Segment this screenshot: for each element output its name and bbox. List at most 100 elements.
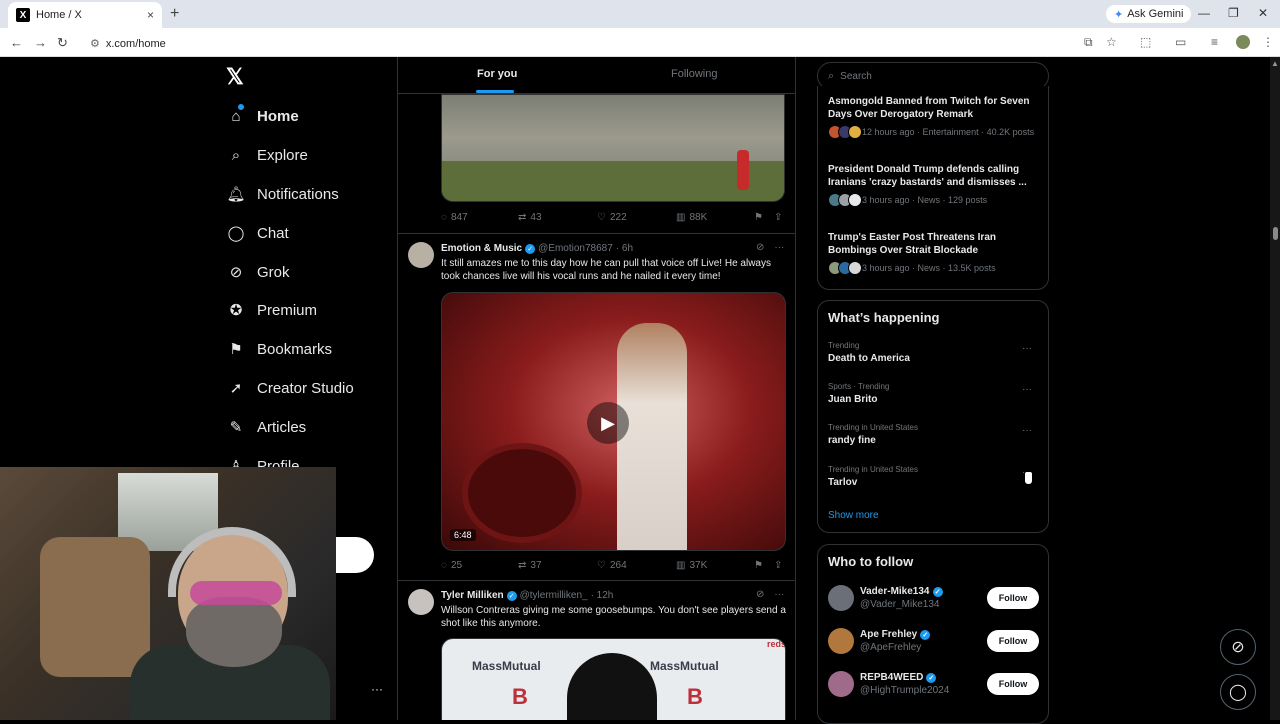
show-more-link[interactable]: Show more xyxy=(828,510,879,521)
sidebar-item-creator-studio[interactable]: ➚ Creator Studio xyxy=(227,379,354,398)
url-field[interactable]: ⚙ x.com/home xyxy=(90,37,166,50)
sidebar-item-explore[interactable]: ⌕ Explore xyxy=(227,146,308,164)
browser-tab[interactable]: X Home / X × xyxy=(8,2,162,28)
bookmark-star-icon[interactable]: ☆ xyxy=(1106,35,1117,49)
follow-suggestion[interactable]: Vader-Mike134 ✓ @Vader_Mike134 Follow xyxy=(828,585,1040,621)
sidebar-item-bookmarks[interactable]: ⚑ Bookmarks xyxy=(227,340,333,359)
back-arrow-icon[interactable]: ← xyxy=(10,35,23,50)
post-time[interactable]: · 6h xyxy=(616,243,633,254)
browser-menu-icon[interactable]: ⋮ xyxy=(1262,35,1274,49)
tab-close-icon[interactable]: × xyxy=(147,8,154,22)
suggestion-name: Vader-Mike134 ✓ xyxy=(860,586,943,597)
post-button[interactable] xyxy=(336,537,374,573)
avatar[interactable] xyxy=(828,628,854,654)
follow-suggestion[interactable]: Ape Frehley ✓ @ApeFrehley Follow xyxy=(828,628,1040,664)
scrollbar-thumb[interactable] xyxy=(1273,227,1278,240)
repost-button[interactable]: ⇄ 37 xyxy=(518,560,542,571)
like-button[interactable]: ♡ 222 xyxy=(597,212,627,223)
repost-icon: ⇄ xyxy=(518,560,527,571)
tab-for-you[interactable]: For you xyxy=(477,68,517,80)
sidebar-item-articles[interactable]: ✎ Articles xyxy=(227,418,306,437)
follow-button[interactable]: Follow xyxy=(987,630,1039,652)
person-beard xyxy=(186,597,282,667)
bookmark-button[interactable]: ⚑ xyxy=(754,560,763,571)
follow-button[interactable]: Follow xyxy=(987,673,1039,695)
follow-suggestion[interactable]: REPB4WEED ✓ @HighTrumple2024 Follow xyxy=(828,671,1040,707)
avatar[interactable] xyxy=(828,585,854,611)
account-more-icon[interactable]: ··· xyxy=(371,682,383,696)
bookmark-icon: ⚑ xyxy=(754,212,763,223)
more-options-icon[interactable]: ··· xyxy=(774,242,784,253)
install-app-icon[interactable]: ⧉ xyxy=(1084,35,1093,50)
play-icon[interactable]: ▶ xyxy=(587,402,629,444)
page-scrollbar[interactable]: ▲ xyxy=(1270,57,1280,720)
ask-gemini-button[interactable]: ✦ Ask Gemini xyxy=(1106,5,1192,23)
new-tab-button[interactable]: + xyxy=(170,5,179,23)
grok-fab[interactable]: ⊘ xyxy=(1220,629,1256,665)
post-text: Willson Contreras giving me some goosebu… xyxy=(441,605,786,629)
trend-item[interactable]: Trending in United States Tarlov ··· xyxy=(828,465,1040,488)
suggestion-name-text: Vader-Mike134 xyxy=(860,586,930,597)
avatar[interactable] xyxy=(408,589,434,615)
restore-button[interactable]: ❐ xyxy=(1228,6,1239,20)
post-time[interactable]: · 12h xyxy=(591,590,614,601)
chat-fab[interactable]: ◯ xyxy=(1220,674,1256,710)
repost-button[interactable]: ⇄ 43 xyxy=(518,212,542,223)
more-options-icon[interactable]: ··· xyxy=(774,589,784,600)
sidebar-item-premium[interactable]: ✪ Premium xyxy=(227,301,317,320)
more-options-icon[interactable]: ··· xyxy=(1022,343,1032,354)
sidebar-item-home[interactable]: ⌂ Home xyxy=(227,104,299,125)
author-handle[interactable]: @tylermilliken_ xyxy=(520,590,588,601)
suggestion-handle: @HighTrumple2024 xyxy=(860,685,950,696)
sidebar-item-grok[interactable]: ⊘ Grok xyxy=(227,263,290,282)
whats-happening-panel: What’s happening Trending Death to Ameri… xyxy=(817,300,1049,533)
site-settings-icon[interactable]: ⚙ xyxy=(90,38,100,50)
sidebar-item-notifications[interactable]: 🔔︎ Notifications xyxy=(226,185,338,204)
minimize-button[interactable]: — xyxy=(1198,6,1210,20)
author-name[interactable]: Tyler Milliken xyxy=(441,590,504,601)
more-options-icon[interactable]: ··· xyxy=(1022,425,1032,436)
split-view-icon[interactable]: ▭ xyxy=(1175,35,1186,49)
extensions-icon[interactable]: ⬚ xyxy=(1140,35,1151,49)
media-controls-icon[interactable]: ≡ xyxy=(1211,35,1218,49)
like-button[interactable]: ♡ 264 xyxy=(597,560,627,571)
sidebar-item-chat[interactable]: ◯ Chat xyxy=(227,224,289,243)
post-video[interactable]: ▶ 6:48 xyxy=(441,292,786,551)
post-video-thumbnail[interactable]: MassMutual MassMutual redsox B B xyxy=(441,638,786,720)
reply-button[interactable]: ◌ 25 xyxy=(441,560,462,571)
reload-icon[interactable]: ↻ xyxy=(57,35,68,51)
post-header: Emotion & Music ✓ @Emotion78687 · 6h xyxy=(441,243,633,254)
author-name[interactable]: Emotion & Music xyxy=(441,243,522,254)
avatar[interactable] xyxy=(828,671,854,697)
like-count: 222 xyxy=(609,212,627,223)
follow-button[interactable]: Follow xyxy=(987,587,1039,609)
more-options-icon[interactable]: ··· xyxy=(1022,384,1032,395)
tab-following[interactable]: Following xyxy=(671,68,717,80)
grok-icon[interactable]: ⊘ xyxy=(756,589,764,600)
views-button[interactable]: ▥ 37K xyxy=(676,560,707,571)
news-item[interactable]: Trump's Easter Post Threatens Iran Bombi… xyxy=(828,231,1040,275)
news-item[interactable]: Asmongold Banned from Twitch for Seven D… xyxy=(828,95,1040,139)
sidebar-item-label: Bookmarks xyxy=(257,340,333,358)
scroll-up-icon[interactable]: ▲ xyxy=(1271,59,1279,68)
x-logo[interactable]: 𝕏 xyxy=(226,64,244,90)
trend-item[interactable]: Trending in United States randy fine ··· xyxy=(828,423,1040,446)
avatar[interactable] xyxy=(408,242,434,268)
trend-item[interactable]: Sports · Trending Juan Brito ··· xyxy=(828,382,1040,405)
post-image[interactable] xyxy=(441,94,785,202)
share-button[interactable]: ⇪ xyxy=(774,212,782,223)
trend-item[interactable]: Trending Death to America ··· xyxy=(828,341,1040,364)
bookmark-button[interactable]: ⚑ xyxy=(754,212,763,223)
grok-icon[interactable]: ⊘ xyxy=(756,242,764,253)
views-button[interactable]: ▥ 88K xyxy=(676,212,707,223)
news-item[interactable]: President Donald Trump defends calling I… xyxy=(828,163,1040,207)
avatar-stack xyxy=(828,125,862,139)
close-window-button[interactable]: ✕ xyxy=(1258,6,1268,20)
red-sox-logo: B xyxy=(512,684,528,709)
reply-button[interactable]: ◌ 847 xyxy=(441,212,468,223)
forward-arrow-icon[interactable]: → xyxy=(34,35,47,50)
share-button[interactable]: ⇪ xyxy=(774,560,782,571)
browser-profile-avatar[interactable] xyxy=(1236,35,1250,49)
author-handle[interactable]: @Emotion78687 xyxy=(538,243,613,254)
grok-icon: ⊘ xyxy=(229,264,243,281)
